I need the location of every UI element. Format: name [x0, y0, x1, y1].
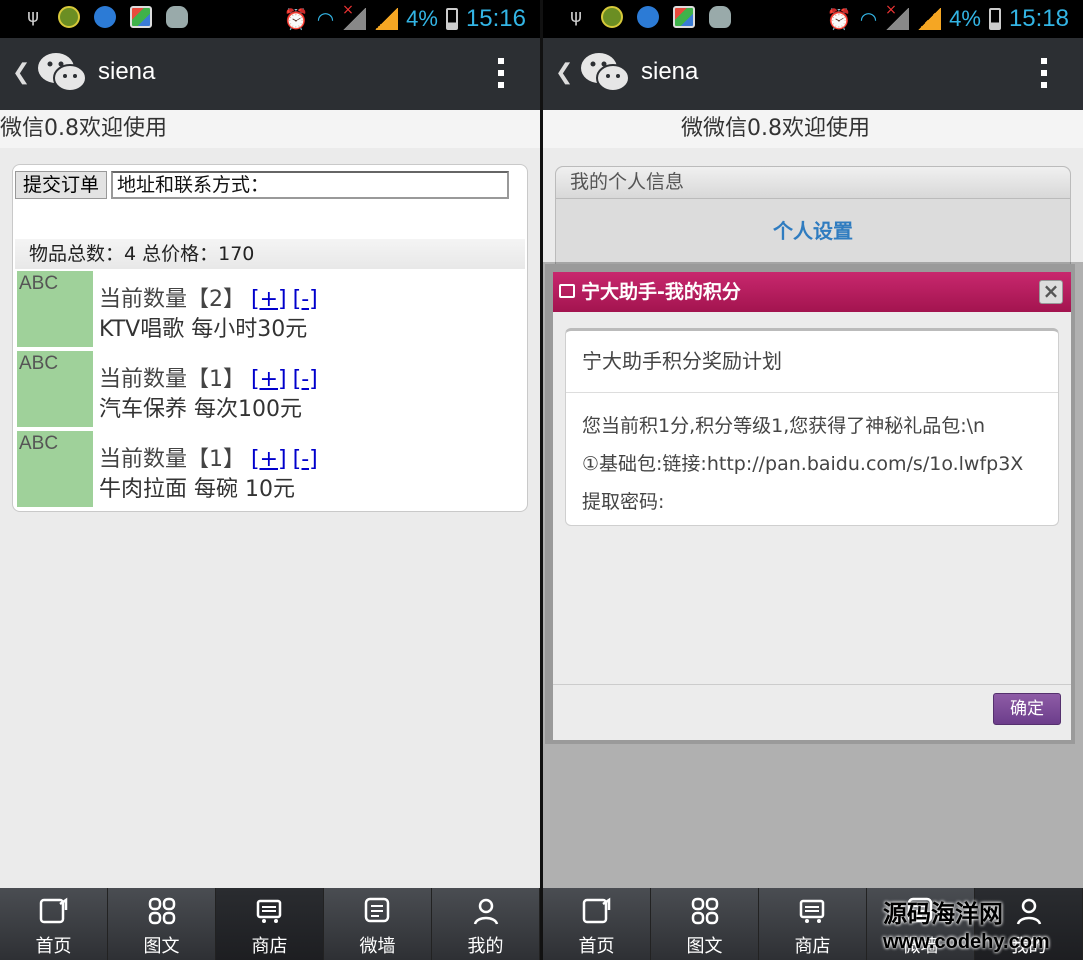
cart-icon — [799, 899, 824, 923]
item-thumbnail: ABC — [17, 351, 93, 427]
nav-mine[interactable]: 我的 — [432, 888, 540, 960]
title-bar: ❮ siena — [543, 38, 1083, 110]
item-thumbnail: ABC — [17, 271, 93, 347]
alarm-icon: ⏰ — [283, 7, 309, 31]
wall-icon — [364, 897, 389, 923]
dialog-content: 宁大助手积分奖励计划 您当前积1分,积分等级1,您获得了神秘礼品包:\n ①基础… — [565, 328, 1059, 526]
dialog-header: 宁大助手-我的积分 × — [553, 272, 1071, 312]
increase-button[interactable]: [+] — [251, 287, 287, 312]
grid-icon — [148, 897, 175, 925]
battery-percent: 4% — [949, 6, 981, 31]
nav-store[interactable]: 商店 — [759, 888, 867, 960]
nav-articles[interactable]: 图文 — [651, 888, 759, 960]
status-bar: ψ ⏰ ◠ 4% 15:16 — [0, 0, 540, 38]
status-bar: ψ ⏰ ◠ 4% 15:18 — [543, 0, 1083, 38]
decrease-button[interactable]: [-] — [293, 447, 318, 472]
personal-info-header: 我的个人信息 — [556, 167, 1070, 199]
app-notification-icon — [601, 6, 623, 28]
welcome-text: 微信0.8欢迎使用 — [0, 110, 540, 148]
item-quantity: 当前数量【1】 — [99, 447, 245, 472]
submit-order-button[interactable]: 提交订单 — [15, 171, 107, 199]
edge-signal-icon — [917, 8, 942, 30]
usb-icon: ψ — [27, 6, 39, 27]
usb-icon: ψ — [570, 6, 582, 27]
store-notification-icon — [130, 6, 152, 28]
home-icon — [39, 897, 67, 924]
welcome-text: 微微信0.8欢迎使用 — [543, 110, 1083, 148]
back-icon[interactable]: ❮ — [555, 60, 573, 85]
order-card: 提交订单 地址和联系方式： 物品总数：4 总价格：170 ABC 当前数量【2】… — [12, 164, 528, 512]
back-icon[interactable]: ❮ — [12, 60, 30, 85]
user-icon — [473, 898, 498, 925]
nav-articles[interactable]: 图文 — [108, 888, 216, 960]
android-icon — [166, 6, 188, 28]
increase-button[interactable]: [+] — [251, 447, 287, 472]
bottom-nav: 首页 图文 商店 微墙 我的 — [0, 888, 540, 960]
list-item: ABC 当前数量【2】 [+] [-] KTV唱歌 每小时30元 — [17, 271, 525, 347]
edge-signal-icon — [374, 8, 399, 30]
left-screen: ψ ⏰ ◠ 4% 15:16 ❮ siena 微信0.8欢迎使用 提交订单 — [0, 0, 540, 960]
extract-code: 提取密码: — [582, 491, 665, 513]
item-quantity: 当前数量【1】 — [99, 367, 245, 392]
watermark: 源码海洋网 www.codehy.com — [883, 900, 1050, 953]
personal-info-card: 我的个人信息 个人设置 — [555, 166, 1071, 276]
reward-plan-title: 宁大助手积分奖励计划 — [566, 331, 1058, 393]
list-item: ABC 当前数量【1】 [+] [-] 汽车保养 每次100元 — [17, 351, 525, 427]
dialog-footer: 确定 — [553, 684, 1071, 740]
android-icon — [709, 6, 731, 28]
list-item: ABC 当前数量【1】 [+] [-] 牛肉拉面 每碗 10元 — [17, 431, 525, 507]
wifi-icon: ◠ — [316, 7, 335, 31]
download-link[interactable]: ①基础包:链接:http://pan.baidu.com/s/1o.lwfp3X — [582, 445, 1042, 483]
bird-notification-icon — [94, 6, 116, 28]
battery-icon — [988, 8, 1001, 30]
personal-settings-link[interactable]: 个人设置 — [556, 215, 1070, 244]
decrease-button[interactable]: [-] — [293, 287, 318, 312]
wifi-icon: ◠ — [859, 7, 878, 31]
dialog-title: 宁大助手-我的积分 — [581, 281, 741, 303]
home-icon — [582, 897, 610, 924]
item-description: KTV唱歌 每小时30元 — [99, 317, 308, 342]
message-icon — [559, 284, 575, 298]
title-bar: ❮ siena — [0, 38, 540, 110]
nav-home[interactable]: 首页 — [543, 888, 651, 960]
nav-wall[interactable]: 微墙 — [324, 888, 432, 960]
item-description: 汽车保养 每次100元 — [99, 397, 302, 422]
cart-icon — [256, 899, 281, 923]
overflow-menu-icon[interactable] — [498, 58, 504, 94]
wechat-logo-icon — [581, 53, 630, 92]
battery-icon — [445, 8, 458, 30]
decrease-button[interactable]: [-] — [293, 367, 318, 392]
grid-icon — [691, 897, 718, 925]
item-quantity: 当前数量【2】 — [99, 287, 245, 312]
signal-icon — [342, 8, 367, 30]
battery-percent: 4% — [406, 6, 438, 31]
order-total: 物品总数：4 总价格：170 — [15, 239, 525, 269]
nav-home[interactable]: 首页 — [0, 888, 108, 960]
increase-button[interactable]: [+] — [251, 367, 287, 392]
points-dialog: 宁大助手-我的积分 × 宁大助手积分奖励计划 您当前积1分,积分等级1,您获得了… — [545, 264, 1075, 744]
points-summary: 您当前积1分,积分等级1,您获得了神秘礼品包:\n — [582, 415, 986, 437]
address-input[interactable]: 地址和联系方式： — [111, 171, 509, 199]
signal-icon — [885, 8, 910, 30]
close-icon[interactable]: × — [1039, 280, 1063, 304]
clock: 15:18 — [1008, 5, 1069, 32]
account-name: siena — [98, 58, 156, 85]
alarm-icon: ⏰ — [826, 7, 852, 31]
clock: 15:16 — [465, 5, 526, 32]
confirm-button[interactable]: 确定 — [993, 693, 1061, 725]
item-thumbnail: ABC — [17, 431, 93, 507]
right-screen: ψ ⏰ ◠ 4% 15:18 ❮ siena 微微信0.8欢迎使用 我的个人信息 — [543, 0, 1083, 960]
bird-notification-icon — [637, 6, 659, 28]
nav-store[interactable]: 商店 — [216, 888, 324, 960]
app-notification-icon — [58, 6, 80, 28]
overflow-menu-icon[interactable] — [1041, 58, 1047, 94]
item-description: 牛肉拉面 每碗 10元 — [99, 477, 295, 502]
account-name: siena — [641, 58, 699, 85]
wechat-logo-icon — [38, 53, 87, 92]
store-notification-icon — [673, 6, 695, 28]
